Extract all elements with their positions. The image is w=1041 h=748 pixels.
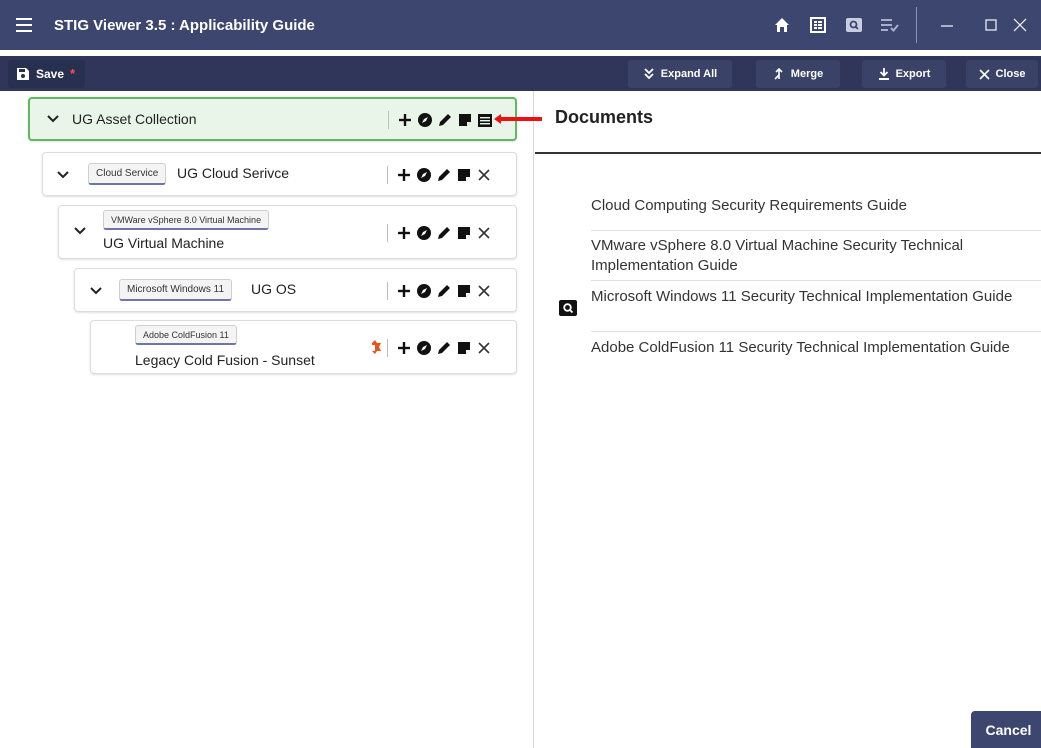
list-view-icon[interactable] [475,110,495,130]
tree-node-os[interactable]: Microsoft Windows 11 UG OS [74,268,517,312]
home-icon[interactable] [764,0,800,50]
compass-icon[interactable] [414,338,434,358]
warning-gear-icon[interactable] [365,338,385,358]
save-icon [17,67,29,80]
window-title: STIG Viewer 3.5 : Applicability Guide [54,16,315,34]
delete-icon[interactable] [474,165,494,185]
node-name: Legacy Cold Fusion - Sunset [135,352,315,368]
pencil-icon[interactable] [434,338,454,358]
list-check-icon[interactable] [872,0,908,50]
titlebar-divider [916,7,917,43]
compass-icon[interactable] [414,223,434,243]
close-button[interactable]: Close [966,60,1038,88]
document-item[interactable]: Microsoft Windows 11 Security Technical … [555,287,1041,327]
merge-icon [774,68,783,80]
documents-panel: Documents Cloud Computing Security Requi… [535,91,1041,748]
pencil-icon[interactable] [434,281,454,301]
hamburger-menu-icon[interactable] [16,14,38,36]
asset-tree-panel: UG Asset Collection Cloud Service UG Clo… [0,91,534,748]
maximize-icon[interactable] [969,0,1013,50]
delete-icon[interactable] [474,338,494,358]
document-item[interactable]: Adobe ColdFusion 11 Security Technical I… [555,338,1041,378]
document-item[interactable]: VMware vSphere 8.0 Virtual Machine Secur… [555,236,1041,276]
expand-all-label: Expand All [660,68,718,80]
document-label: Adobe ColdFusion 11 Security Technical I… [591,339,1010,356]
add-icon[interactable] [394,281,414,301]
export-label: Export [895,68,931,80]
tree-node-cloud-service[interactable]: Cloud Service UG Cloud Serivce [42,152,517,196]
close-label: Close [995,68,1026,80]
pencil-icon[interactable] [434,165,454,185]
save-label: Save [36,66,65,81]
asset-type-chip: Microsoft Windows 11 [119,279,233,301]
expand-all-icon [644,68,654,80]
add-icon[interactable] [395,110,415,130]
delete-icon[interactable] [474,223,494,243]
add-icon[interactable] [394,338,414,358]
export-button[interactable]: Export [862,60,946,88]
close-icon [978,68,990,80]
documents-heading: Documents [555,107,654,127]
chevron-down-icon[interactable] [89,284,103,298]
note-icon[interactable] [454,281,474,301]
search-screen-icon[interactable] [559,300,577,316]
merge-label: Merge [790,68,824,80]
documents-divider [535,152,1041,154]
title-bar: STIG Viewer 3.5 : Applicability Guide [0,0,1041,50]
document-label: Microsoft Windows 11 Security Technical … [591,288,1013,305]
note-icon[interactable] [455,110,475,130]
note-icon[interactable] [454,338,474,358]
save-button[interactable]: Save * [8,59,86,88]
checklist-icon[interactable] [800,0,836,50]
chevron-down-icon[interactable] [56,168,70,182]
compass-icon[interactable] [414,165,434,185]
document-item[interactable]: Cloud Computing Security Requirements Gu… [555,196,1041,216]
pencil-icon[interactable] [434,223,454,243]
tree-node-virtual-machine[interactable]: VMWare vSphere 8.0 Virtual Machine UG Vi… [58,205,517,259]
list-divider [591,331,1041,332]
list-divider [591,230,1041,231]
chevron-down-icon[interactable] [73,224,87,238]
compass-icon[interactable] [415,110,435,130]
asset-type-chip: Cloud Service [88,163,167,185]
add-icon[interactable] [394,165,414,185]
asset-type-chip: Adobe ColdFusion 11 [135,325,237,345]
compass-icon[interactable] [414,281,434,301]
node-name: UG Virtual Machine [103,235,225,251]
node-name: UG OS [251,281,297,297]
delete-icon[interactable] [474,281,494,301]
cancel-button[interactable]: Cancel [971,711,1041,748]
node-name: UG Asset Collection [72,111,197,127]
main-toolbar: Save * Expand All Merge Export Close [0,56,1041,91]
document-label: VMware vSphere 8.0 Virtual Machine Secur… [591,237,964,274]
unsaved-indicator: * [70,66,76,81]
search-screen-icon[interactable] [836,0,872,50]
download-icon [878,68,889,80]
list-divider [591,280,1041,281]
add-icon[interactable] [394,223,414,243]
document-label: Cloud Computing Security Requirements Gu… [591,197,907,214]
minimize-icon[interactable] [925,0,969,50]
tree-root-node[interactable]: UG Asset Collection [28,97,517,141]
note-icon[interactable] [454,223,474,243]
expand-all-button[interactable]: Expand All [628,60,732,88]
merge-button[interactable]: Merge [756,60,840,88]
chevron-down-icon[interactable] [46,112,60,126]
tree-node-coldfusion[interactable]: Adobe ColdFusion 11 Legacy Cold Fusion -… [90,320,517,374]
node-name: UG Cloud Serivce [177,165,290,181]
note-icon[interactable] [454,165,474,185]
close-window-icon[interactable] [1013,0,1041,50]
pencil-icon[interactable] [435,110,455,130]
asset-type-chip: VMWare vSphere 8.0 Virtual Machine [103,210,270,230]
